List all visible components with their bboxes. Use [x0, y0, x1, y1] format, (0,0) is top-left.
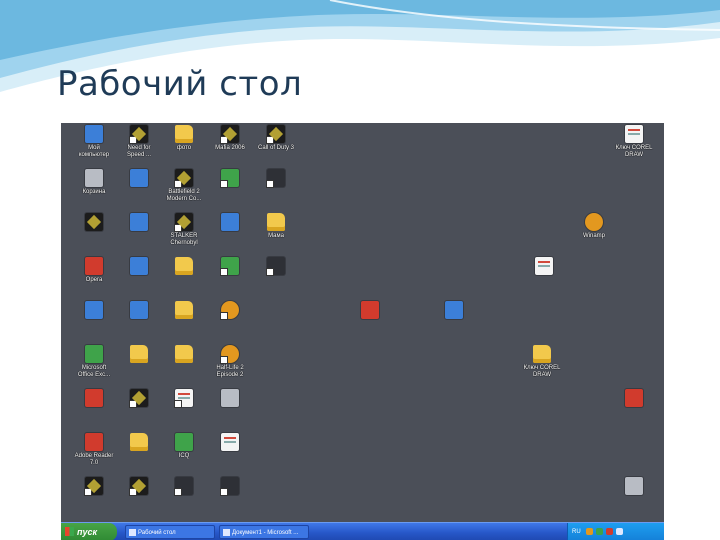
desktop-icon-document[interactable]: [423, 301, 485, 345]
taskbar-task-label: Рабочий стол: [138, 530, 176, 536]
taskbar-task-button[interactable]: Документ1 - Microsoft ...: [219, 525, 309, 539]
taskbar-task-button[interactable]: Рабочий стол: [125, 525, 215, 539]
folder-icon: [175, 125, 193, 143]
desktop-icon-label: Half-Life 2 Episode 2: [216, 365, 244, 378]
volume-icon[interactable]: [616, 528, 623, 535]
slide-title: Рабочий стол: [57, 64, 303, 104]
folder-icon: [175, 257, 193, 275]
tray-app-icon[interactable]: [586, 528, 593, 535]
game-icon: [266, 169, 285, 188]
adobe-reader-icon: [85, 433, 103, 451]
desktop-icon-powerpoint[interactable]: [339, 301, 401, 345]
desktop-icon-corel-key-folder[interactable]: Ключ COREL DRAW: [511, 345, 573, 389]
desktop-icon-powerpoint[interactable]: [603, 389, 664, 433]
word-icon: [85, 301, 103, 319]
desktop-icon-mama-folder[interactable]: Мама: [245, 213, 307, 257]
document-icon: [625, 125, 643, 143]
game-icon: [129, 477, 148, 496]
game-icon: [266, 125, 285, 144]
desktop-icon-game[interactable]: [199, 301, 261, 345]
language-indicator[interactable]: RU: [572, 523, 581, 540]
game-icon: [85, 213, 103, 231]
desktop-icon-game[interactable]: [199, 477, 261, 521]
desktop-icon-label: Ключ COREL DRAW: [523, 365, 561, 378]
taskbar: пуск Рабочий стол Документ1 - Microsoft …: [61, 522, 664, 540]
desktop-icon-document[interactable]: [513, 257, 575, 301]
document-icon: [445, 301, 463, 319]
app-icon: [221, 213, 239, 231]
desktop-icon-app[interactable]: [245, 257, 307, 301]
app-icon: [85, 389, 103, 407]
game-icon: [174, 169, 193, 188]
game-icon: [84, 477, 103, 496]
app-icon: [174, 477, 193, 496]
game-icon: [174, 213, 193, 232]
document-icon: [174, 389, 193, 408]
game-icon: [220, 125, 239, 144]
desktop-icon-label: Winamp: [582, 233, 605, 239]
game-icon: [220, 477, 239, 496]
internet-explorer-icon: [130, 213, 148, 231]
game-icon: [220, 345, 239, 364]
system-tray: RU: [567, 523, 664, 540]
opera-icon: [85, 257, 103, 275]
window-icon: [129, 529, 136, 536]
tray-app-icon[interactable]: [596, 528, 603, 535]
icq-icon: [175, 433, 193, 451]
folder-icon: [130, 433, 148, 451]
desktop-screenshot: Мой компьютер Need for Speed ... фото Ma…: [61, 123, 664, 540]
tray-app-icon[interactable]: [606, 528, 613, 535]
desktop-icon-document[interactable]: [199, 433, 261, 477]
excel-icon: [85, 345, 103, 363]
desktop-icon-call-of-duty[interactable]: Call of Duty 3: [245, 125, 307, 169]
folder-icon: [175, 345, 193, 363]
game-icon: [220, 257, 239, 276]
start-button-label: пуск: [77, 527, 98, 537]
desktop-icon-recycle-bin[interactable]: [603, 477, 664, 521]
desktop-icon-half-life[interactable]: Half-Life 2 Episode 2: [199, 345, 261, 389]
powerpoint-icon: [361, 301, 379, 319]
game-icon: [129, 125, 148, 144]
game-icon: [129, 389, 148, 408]
desktop-icon-game[interactable]: [245, 169, 307, 213]
desktop-icon-document[interactable]: [199, 389, 261, 433]
document-icon: [221, 433, 239, 451]
desktop-area: Мой компьютер Need for Speed ... фото Ma…: [61, 123, 664, 522]
desktop-icon-label: Ключ COREL DRAW: [615, 145, 653, 158]
winamp-icon: [585, 213, 603, 231]
taskbar-task-label: Документ1 - Microsoft ...: [232, 530, 299, 536]
desktop-icon-label: Call of Duty 3: [257, 145, 294, 151]
word-icon: [223, 529, 230, 536]
media-player-icon: [130, 169, 148, 187]
folder-icon: [130, 345, 148, 363]
app-icon: [130, 257, 148, 275]
game-icon: [220, 301, 239, 320]
start-button[interactable]: пуск: [61, 523, 117, 540]
folder-icon: [267, 213, 285, 231]
desktop-icon-winamp[interactable]: Winamp: [563, 213, 625, 257]
app-icon: [130, 301, 148, 319]
windows-logo-icon: [65, 527, 74, 536]
game-icon: [220, 169, 239, 188]
recycle-bin-icon: [625, 477, 643, 495]
document-icon: [535, 257, 553, 275]
desktop-icon-corel-key-doc[interactable]: Ключ COREL DRAW: [603, 125, 664, 169]
folder-icon: [533, 345, 551, 363]
computer-icon: [85, 125, 103, 143]
recycle-bin-icon: [85, 169, 103, 187]
document-icon: [221, 389, 239, 407]
folder-icon: [175, 301, 193, 319]
app-icon: [266, 257, 285, 276]
powerpoint-icon: [625, 389, 643, 407]
desktop-icon-label: Мама: [268, 233, 284, 239]
